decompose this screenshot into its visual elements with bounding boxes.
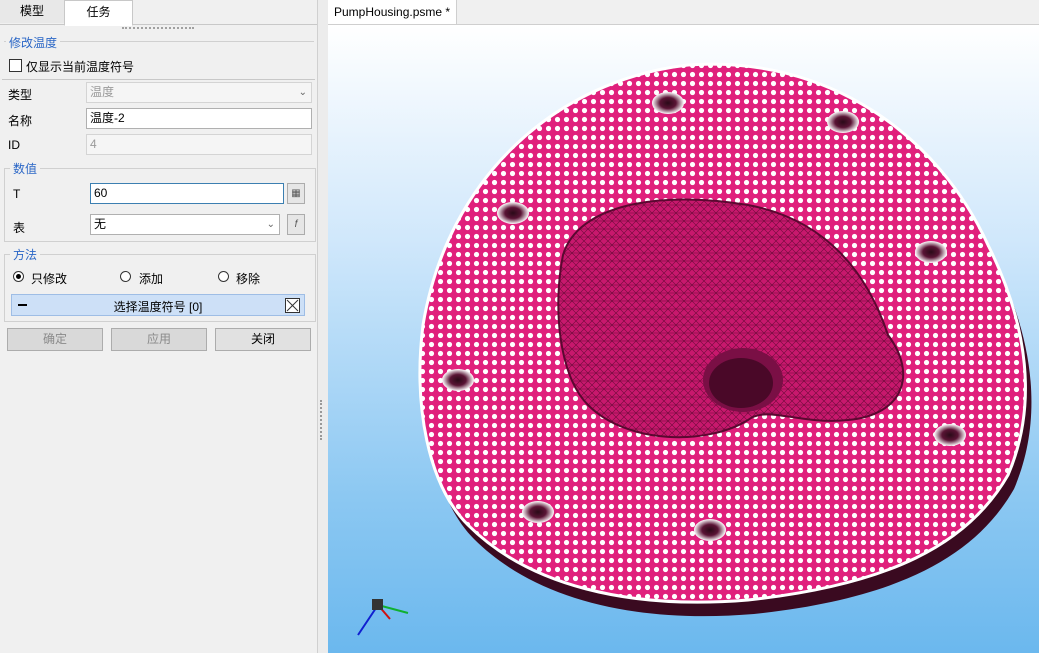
3d-viewport[interactable]	[328, 25, 1039, 653]
panel-tabs: 模型 任务	[0, 0, 317, 26]
t-input[interactable]: 60	[90, 183, 284, 204]
task-panel: 模型 任务 修改温度 仅显示当前温度符号 类型 温度 ⌄ 名称 温度-2 ID …	[0, 0, 317, 653]
apply-button[interactable]: 应用	[111, 328, 207, 351]
only-current-checkbox[interactable]	[9, 59, 22, 72]
calculator-icon[interactable]: ▦	[287, 183, 305, 204]
chevron-down-icon: ⌄	[266, 219, 275, 230]
splitter-grip	[320, 400, 327, 440]
type-label: 类型	[8, 88, 33, 102]
radio-modify-only-label: 只修改	[31, 272, 68, 286]
method-title: 方法	[10, 246, 41, 263]
ok-button[interactable]: 确定	[7, 328, 103, 351]
radio-add[interactable]	[120, 271, 131, 282]
panel-grip[interactable]	[122, 27, 194, 31]
divider	[2, 79, 315, 80]
values-title: 数值	[10, 160, 41, 177]
function-icon[interactable]: f	[287, 214, 305, 235]
id-label: ID	[8, 138, 20, 152]
axis-triad	[357, 599, 409, 636]
chevron-down-icon: ⌄	[298, 87, 307, 98]
radio-remove-label: 移除	[236, 272, 261, 286]
type-select[interactable]: 温度 ⌄	[86, 82, 312, 103]
document-tab[interactable]: PumpHousing.psme *	[328, 0, 458, 24]
radio-modify-only[interactable]	[13, 271, 24, 282]
type-value: 温度	[90, 85, 115, 99]
document-tabs: PumpHousing.psme *	[328, 0, 1039, 25]
tab-task[interactable]: 任务	[64, 0, 133, 26]
close-button[interactable]: 关闭	[215, 328, 311, 351]
name-input[interactable]: 温度-2	[86, 108, 312, 129]
table-select[interactable]: 无 ⌄	[90, 214, 280, 235]
radio-remove[interactable]	[218, 271, 229, 282]
select-temperature-bar[interactable]: 选择温度符号 [0]	[11, 294, 305, 316]
t-label: T	[13, 187, 21, 201]
table-label: 表	[13, 221, 26, 235]
table-value: 无	[94, 217, 107, 231]
pump-housing-mesh	[357, 62, 1032, 636]
clear-selection-icon[interactable]	[285, 298, 300, 313]
radio-add-label: 添加	[139, 272, 164, 286]
tab-model[interactable]: 模型	[0, 0, 65, 23]
id-input: 4	[86, 134, 312, 155]
only-current-label: 仅显示当前温度符号	[26, 60, 135, 74]
document-area: PumpHousing.psme *	[328, 0, 1039, 653]
select-temperature-label: 选择温度符号 [0]	[113, 300, 203, 314]
modify-temperature-title: 修改温度	[6, 34, 61, 51]
name-label: 名称	[8, 114, 33, 128]
